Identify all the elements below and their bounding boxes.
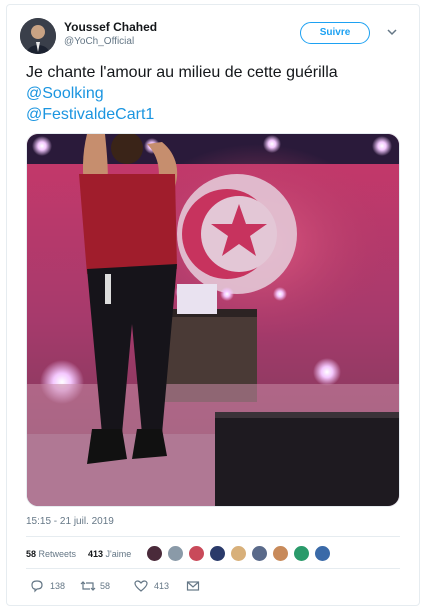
- retweet-button[interactable]: 58: [80, 578, 130, 594]
- likes-label: J'aime: [105, 549, 132, 559]
- reply-button[interactable]: 138: [30, 578, 80, 594]
- liker-avatar[interactable]: [272, 545, 289, 562]
- retweets-label: Retweets: [38, 549, 77, 559]
- like-button[interactable]: 413: [134, 578, 184, 594]
- reply-icon: [31, 580, 43, 593]
- tweet-stats: 58 Retweets 413 J'aime: [26, 544, 400, 564]
- mention-soolking[interactable]: @Soolking: [26, 83, 396, 104]
- reply-count: 138: [50, 581, 66, 591]
- likes-stat[interactable]: 413 J'aime: [88, 549, 131, 559]
- liker-avatar[interactable]: [251, 545, 268, 562]
- retweets-stat[interactable]: 58 Retweets: [26, 549, 76, 559]
- tweet-actions: 138 58 413: [26, 578, 400, 594]
- retweet-count: 58: [100, 581, 111, 591]
- like-count: 413: [154, 581, 170, 591]
- tweet-header: Youssef Chahed @YoCh_Official Suivre: [20, 18, 410, 54]
- liker-avatar[interactable]: [167, 545, 184, 562]
- tweet-timestamp[interactable]: 15:15 - 21 juil. 2019: [26, 516, 114, 527]
- chevron-down-icon[interactable]: [386, 26, 398, 38]
- liker-avatar[interactable]: [230, 545, 247, 562]
- liker-avatar[interactable]: [146, 545, 163, 562]
- mention-festival[interactable]: @FestivaldeCart1: [26, 104, 396, 125]
- tweet-photo[interactable]: [26, 133, 400, 507]
- concert-photo: [27, 134, 399, 506]
- likes-count: 413: [88, 549, 104, 559]
- author-names: Youssef Chahed @YoCh_Official: [64, 20, 157, 49]
- author-name[interactable]: Youssef Chahed: [64, 20, 157, 35]
- retweets-count: 58: [26, 549, 37, 559]
- liker-avatar[interactable]: [293, 545, 310, 562]
- tweet-text: Je chante l'amour au milieu de cette gué…: [26, 62, 396, 125]
- mail-icon: [186, 581, 200, 591]
- liker-avatar[interactable]: [188, 545, 205, 562]
- follow-button[interactable]: Suivre: [300, 22, 370, 44]
- retweet-icon: [80, 581, 96, 591]
- author-handle[interactable]: @YoCh_Official: [64, 35, 157, 49]
- heart-icon: [134, 580, 148, 592]
- divider: [26, 536, 400, 537]
- divider: [26, 568, 400, 569]
- liker-avatar[interactable]: [314, 545, 331, 562]
- liker-avatar[interactable]: [209, 545, 226, 562]
- dm-button[interactable]: [186, 578, 206, 594]
- tweet-body: Je chante l'amour au milieu de cette gué…: [26, 64, 338, 81]
- avatar[interactable]: [20, 18, 56, 54]
